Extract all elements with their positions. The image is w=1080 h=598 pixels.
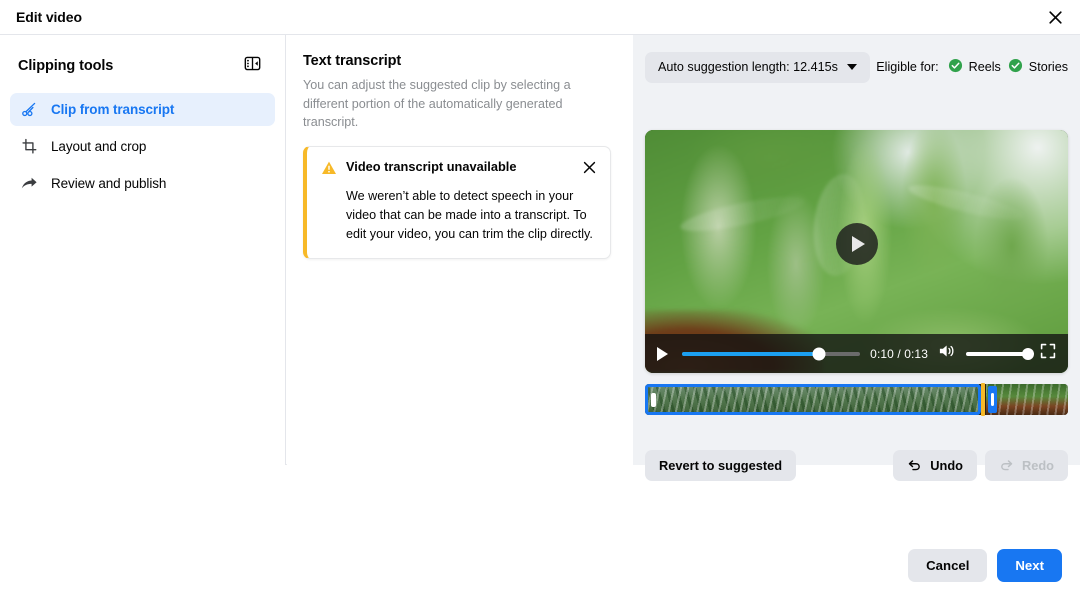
transcript-description: You can adjust the suggested clip by sel… [303, 78, 571, 130]
sidebar-item-label: Layout and crop [51, 139, 147, 154]
video-player[interactable]: 0:10 / 0:13 [645, 130, 1068, 373]
play-circle-icon [852, 236, 865, 253]
undo-label: Undo [930, 458, 963, 473]
close-dialog-button[interactable] [1040, 2, 1070, 32]
revert-to-suggested-button[interactable]: Revert to suggested [645, 450, 797, 481]
redo-arrow-icon [999, 457, 1014, 475]
playhead-marker[interactable] [981, 383, 986, 416]
sidebar-header: Clipping tools [0, 35, 285, 89]
volume-handle[interactable] [1022, 347, 1034, 360]
chevron-down-icon [846, 64, 857, 70]
cancel-button[interactable]: Cancel [908, 548, 988, 582]
undo-arrow-icon [907, 457, 922, 475]
play-overlay-button[interactable] [835, 223, 878, 266]
seek-handle[interactable] [812, 347, 826, 360]
redo-button[interactable]: Redo [985, 450, 1068, 481]
eligible-target-reels: Reels [948, 58, 1001, 76]
sidebar-item-label: Clip from transcript [51, 102, 175, 117]
clip-timeline[interactable] [645, 383, 1068, 416]
scissors-icon [20, 101, 38, 119]
check-circle-icon [1008, 58, 1023, 76]
editor-workspace: Clipping tools Clip from transcript Layo… [0, 35, 1080, 481]
seek-slider[interactable] [682, 347, 861, 360]
crop-icon [20, 138, 38, 156]
share-arrow-icon [20, 175, 38, 193]
eligible-for-group: Eligible for: Reels Stories [876, 58, 1068, 76]
next-button[interactable]: Next [997, 548, 1062, 582]
transcript-unavailable-alert: Video transcript unavailable We weren’t … [303, 145, 611, 260]
clip-selection-region[interactable] [645, 384, 982, 415]
time-display: 0:10 / 0:13 [870, 346, 928, 361]
fullscreen-icon[interactable] [1040, 343, 1056, 364]
timeline-action-row: Revert to suggested Undo Redo [645, 450, 1068, 481]
dialog-footer: Cancel Next [0, 532, 1080, 598]
sidebar-title: Clipping tools [18, 58, 114, 74]
close-icon [1047, 9, 1064, 26]
warning-triangle-icon [321, 160, 337, 181]
text-transcript-panel: Text transcript You can adjust the sugge… [287, 35, 633, 465]
video-preview-panel: Auto suggestion length: 12.415s Eligible… [633, 35, 1080, 481]
play-icon[interactable] [657, 346, 668, 361]
sidebar-item-label: Review and publish [51, 176, 167, 191]
check-circle-icon [948, 58, 963, 76]
alert-body-text: We weren’t able to detect speech in your… [346, 188, 593, 242]
alert-title: Video transcript unavailable [346, 158, 517, 174]
filmstrip-segment [985, 384, 1068, 415]
eligible-for-label: Eligible for: [876, 60, 939, 74]
volume-slider[interactable] [966, 347, 1034, 360]
preview-toolbar: Auto suggestion length: 12.415s Eligible… [633, 35, 1080, 85]
sidebar-item-clip-from-transcript[interactable]: Clip from transcript [10, 93, 275, 126]
trim-handle-left-icon[interactable] [651, 392, 656, 407]
redo-label: Redo [1022, 458, 1054, 473]
page-title: Edit video [16, 9, 82, 25]
sidebar-nav-list: Clip from transcript Layout and crop Rev… [0, 89, 285, 200]
alert-close-button[interactable] [582, 160, 598, 180]
dialog-titlebar: Edit video [0, 0, 1080, 35]
sidebar-item-layout-and-crop[interactable]: Layout and crop [10, 130, 275, 163]
seek-progress-fill [682, 351, 820, 356]
sidebar-item-review-and-publish[interactable]: Review and publish [10, 167, 275, 200]
undo-button[interactable]: Undo [893, 450, 977, 481]
clipping-tools-sidebar: Clipping tools Clip from transcript Layo… [0, 35, 286, 465]
video-controls-bar: 0:10 / 0:13 [645, 334, 1068, 373]
transcript-title: Text transcript [303, 53, 402, 69]
eligible-target-label: Stories [1028, 60, 1068, 74]
trim-handle-right-icon[interactable] [987, 386, 997, 413]
panel-collapse-icon [244, 55, 261, 77]
eligible-target-label: Reels [968, 60, 1001, 74]
undo-redo-group: Undo Redo [893, 450, 1068, 481]
eligible-target-stories: Stories [1008, 58, 1068, 76]
alert-header: Video transcript unavailable [321, 159, 598, 181]
auto-suggestion-length-dropdown[interactable]: Auto suggestion length: 12.415s [645, 51, 870, 83]
volume-icon[interactable] [938, 343, 956, 364]
auto-suggestion-length-label: Auto suggestion length: 12.415s [658, 60, 838, 74]
panel-collapse-button[interactable] [239, 53, 265, 79]
